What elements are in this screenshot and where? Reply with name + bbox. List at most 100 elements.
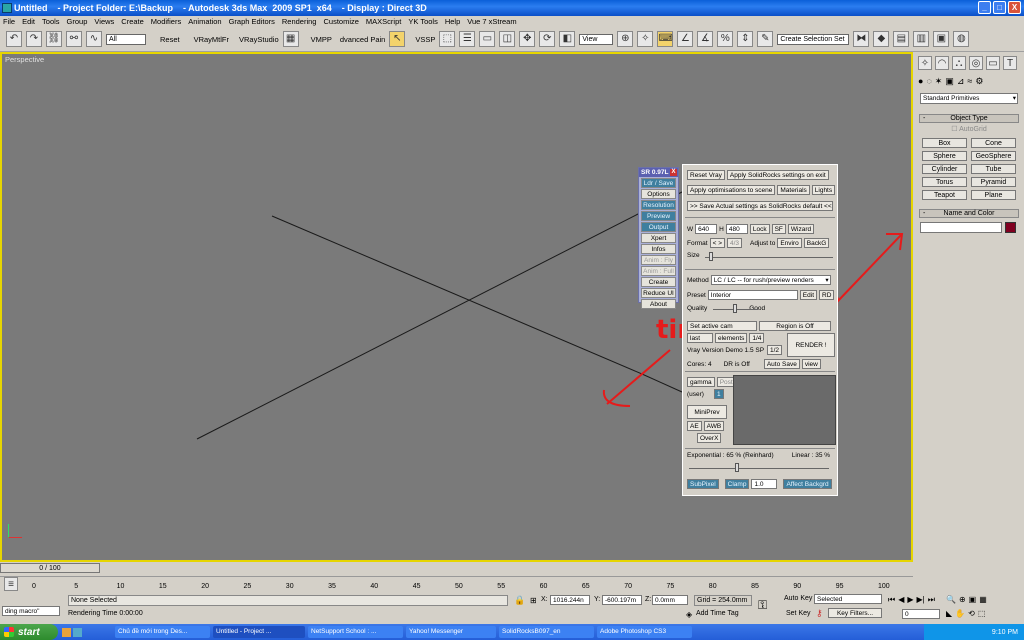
vssp-button[interactable]: VSSP — [415, 35, 435, 44]
sr-nav-item[interactable]: Infos — [641, 244, 676, 254]
curve-editor-icon[interactable]: ▥ — [913, 31, 930, 47]
maximize-button[interactable]: □ — [993, 1, 1006, 14]
window-crossing-icon[interactable]: ◫ — [499, 31, 516, 47]
region-button[interactable]: Region is Off — [759, 321, 831, 331]
sr-nav-item[interactable]: Reduce UI — [641, 288, 676, 298]
minimize-button[interactable]: _ — [978, 1, 991, 14]
tube-button[interactable]: Tube — [971, 164, 1016, 174]
apply-optimisations-button[interactable]: Apply optimisations to scene — [687, 185, 776, 195]
geosphere-button[interactable]: GeoSphere — [971, 151, 1016, 161]
zoom-icon[interactable]: 🔍 — [946, 595, 956, 604]
zoom-extents-icon[interactable]: ▣ — [969, 595, 977, 604]
manipulate-icon[interactable]: ✧ — [637, 31, 654, 47]
set-key-button[interactable]: Set Key — [786, 610, 811, 617]
scale-icon[interactable]: ◧ — [559, 31, 576, 47]
apply-exit-button[interactable]: Apply SolidRocks settings on exit — [726, 170, 829, 180]
user-checkbox[interactable]: 1 — [713, 389, 724, 399]
keyboard-shortcut-icon[interactable]: ⌨ — [657, 31, 674, 47]
sr-nav-item[interactable]: About — [641, 299, 676, 309]
quarter-res-button[interactable]: 1/4 — [749, 333, 765, 343]
create-tab-icon[interactable]: ✧ — [918, 56, 932, 70]
time-slider[interactable]: 0 / 100 — [0, 563, 100, 573]
spacewarps-icon[interactable]: ≈ — [967, 76, 972, 87]
menu-tools[interactable]: Tools — [42, 17, 60, 26]
cameras-icon[interactable]: ▣ — [945, 76, 954, 87]
key-icon[interactable]: ⚿ — [758, 598, 767, 613]
go-to-end-icon[interactable]: ⏭ — [928, 595, 935, 605]
checker-icon[interactable]: ▦ — [282, 31, 299, 47]
menu-views[interactable]: Views — [94, 17, 114, 26]
prev-frame-icon[interactable]: ◀ — [898, 595, 904, 605]
x-coordinate[interactable]: 1016.244n — [550, 595, 590, 605]
backg-button[interactable]: BackG — [803, 238, 830, 248]
spinner-snap-icon[interactable]: ⇕ — [737, 31, 754, 47]
awb-button[interactable]: AWB — [703, 421, 725, 431]
play-icon[interactable]: ▶ — [907, 595, 913, 605]
elements-button[interactable]: elements — [715, 333, 748, 343]
reset-button[interactable]: Reset — [160, 35, 180, 44]
unlink-icon[interactable]: ⚯ — [66, 31, 82, 47]
align-icon[interactable]: ◆ — [873, 31, 890, 47]
subpixel-button[interactable]: SubPixel — [687, 479, 719, 489]
vray-studio-button[interactable]: VRayStudio — [239, 35, 279, 44]
clamp-button[interactable]: Clamp — [724, 479, 750, 489]
menu-yk-tools[interactable]: YK Tools — [408, 17, 437, 26]
menu-edit[interactable]: Edit — [22, 17, 35, 26]
vmpp-button[interactable]: VMPP — [311, 35, 332, 44]
autogrid-checkbox[interactable]: ☐ AutoGrid — [914, 125, 1024, 133]
absolute-mode-icon[interactable]: ⊞ — [530, 596, 537, 605]
taskbar-item-netsupport[interactable]: NetSupport School : ... — [308, 626, 403, 638]
primitive-type-dropdown[interactable]: Standard Primitives ▾ — [920, 93, 1018, 104]
sf-button[interactable]: SF — [771, 224, 786, 234]
menu-graph-editors[interactable]: Graph Editors — [229, 17, 275, 26]
geometry-icon[interactable]: ● — [918, 76, 923, 87]
shapes-icon[interactable]: ◌ — [926, 76, 931, 87]
menu-file[interactable]: File — [3, 17, 15, 26]
modify-tab-icon[interactable]: ◠ — [935, 56, 949, 70]
angle-snap-icon[interactable]: ∡ — [697, 31, 714, 47]
pan-icon[interactable]: ✋ — [955, 609, 965, 618]
select-by-name-icon[interactable]: ☰ — [459, 31, 476, 47]
rect-selection-icon[interactable]: ▭ — [479, 31, 496, 47]
autosave-button[interactable]: Auto Save — [763, 359, 800, 369]
taskbar-item-solidrocks[interactable]: SolidRocksB097_en — [499, 626, 594, 638]
redo-icon[interactable]: ↷ — [26, 31, 42, 47]
pyramid-button[interactable]: Pyramid — [971, 177, 1016, 187]
vray-mtl-button[interactable]: VRayMtlFr — [194, 35, 229, 44]
snap-3d-icon[interactable]: ∠ — [677, 31, 694, 47]
menu-maxscript[interactable]: MAXScript — [366, 17, 401, 26]
teapot-button[interactable]: Teapot — [922, 190, 967, 200]
clamp-value-input[interactable]: 1.0 — [751, 479, 778, 489]
menu-modifiers[interactable]: Modifiers — [151, 17, 181, 26]
render-button[interactable]: RENDER ! — [787, 333, 835, 357]
hierarchy-tab-icon[interactable]: ⛬ — [952, 56, 966, 70]
method-dropdown[interactable]: LC / LC -- for rush/preview renders ▾ — [710, 275, 831, 285]
preset-field[interactable]: Interior — [707, 290, 798, 300]
menu-customize[interactable]: Customize — [323, 17, 358, 26]
move-icon[interactable]: ✥ — [519, 31, 536, 47]
helpers-icon[interactable]: ⊿ — [957, 76, 965, 87]
wizard-button[interactable]: Wizard — [787, 224, 815, 234]
reset-vray-button[interactable]: Reset Vray — [687, 170, 725, 180]
quick-launch-icon[interactable] — [62, 627, 71, 637]
quality-slider-thumb[interactable] — [733, 304, 737, 313]
start-button[interactable]: start — [0, 624, 58, 640]
width-input[interactable]: 640 — [695, 224, 718, 234]
edit-button[interactable]: Edit — [799, 290, 817, 300]
aspect-button[interactable]: 4/3 — [727, 238, 743, 248]
menu-animation[interactable]: Animation — [188, 17, 221, 26]
z-coordinate[interactable]: 0.0mm — [652, 595, 688, 605]
miniprev-button[interactable]: MiniPrev — [687, 405, 727, 419]
select-cursor-icon[interactable]: ↖ — [389, 31, 406, 47]
fov-icon[interactable]: ◣ — [946, 609, 952, 618]
schematic-view-icon[interactable]: ▣ — [933, 31, 950, 47]
quick-launch-icon[interactable] — [73, 627, 82, 637]
format-arrows-button[interactable]: < > — [709, 238, 725, 248]
sr-nav-item[interactable]: Resolution — [641, 200, 676, 210]
menu-group[interactable]: Group — [67, 17, 88, 26]
sr-nav-item[interactable]: Anim : Full — [641, 266, 676, 276]
undo-icon[interactable]: ↶ — [6, 31, 22, 47]
key-filters-button[interactable]: Key Filters... — [828, 608, 882, 618]
mirror-icon[interactable]: ⧓ — [853, 31, 870, 47]
lock-button[interactable]: Lock — [749, 224, 770, 234]
